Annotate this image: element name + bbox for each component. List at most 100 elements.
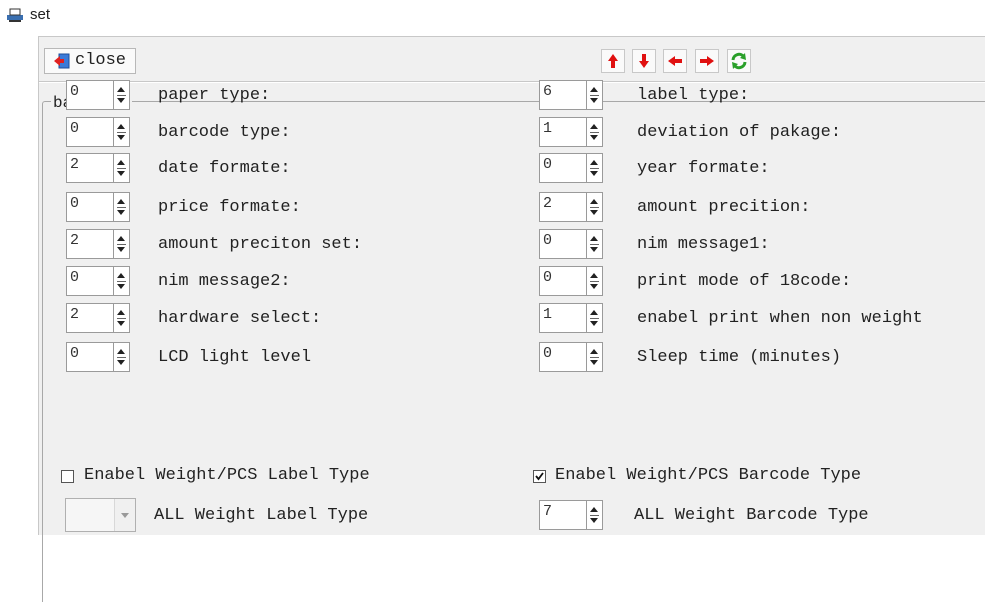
checkbox-weight-barcode-type[interactable]	[533, 470, 546, 483]
spinner-value[interactable]: 1	[539, 303, 586, 333]
spinner-value[interactable]: 0	[539, 266, 586, 296]
spin-up-button[interactable]	[590, 124, 598, 129]
spinner-value[interactable]: 0	[66, 80, 113, 110]
spinner-amount-preciton-set[interactable]: 2	[66, 229, 130, 259]
label-paper-type: paper type:	[158, 86, 271, 105]
label-weight-barcode-type: Enabel Weight/PCS Barcode Type	[555, 466, 862, 485]
spinner-value[interactable]: 2	[66, 229, 113, 259]
spinner-nim-message1[interactable]: 0	[539, 229, 603, 259]
spin-down-button[interactable]	[117, 210, 125, 215]
spinner-value[interactable]: 0	[66, 342, 113, 372]
spinner-amount-precition[interactable]: 2	[539, 192, 603, 222]
spin-up-button[interactable]	[590, 236, 598, 241]
spin-down-button[interactable]	[590, 98, 598, 103]
refresh-button[interactable]	[727, 49, 751, 73]
spin-up-button[interactable]	[590, 349, 598, 354]
label-hardware-select: hardware select:	[158, 309, 322, 328]
spinner-enabel-print-non-weight[interactable]: 1	[539, 303, 603, 333]
spin-down-button[interactable]	[590, 321, 598, 326]
spinner-deviation-of-pakage[interactable]: 1	[539, 117, 603, 147]
spinner-value[interactable]: 0	[66, 192, 113, 222]
spinner-price-formate[interactable]: 0	[66, 192, 130, 222]
move-up-button[interactable]	[601, 49, 625, 73]
spin-down-button[interactable]	[117, 171, 125, 176]
spin-up-button[interactable]	[117, 236, 125, 241]
spinner-print-mode-18code[interactable]: 0	[539, 266, 603, 296]
spinner-nim-message2[interactable]: 0	[66, 266, 130, 296]
close-button[interactable]: close	[44, 48, 136, 74]
spin-down-button[interactable]	[117, 321, 125, 326]
label-amount-precition: amount precition:	[637, 198, 811, 217]
spinner-sleep-time[interactable]: 0	[539, 342, 603, 372]
spin-up-button[interactable]	[590, 310, 598, 315]
spin-up-button[interactable]	[590, 160, 598, 165]
spinner-value[interactable]: 0	[539, 229, 586, 259]
label-barcode-type: barcode type:	[158, 123, 291, 142]
spin-down-button[interactable]	[590, 171, 598, 176]
label-lcd-light-level: LCD light level	[158, 348, 312, 367]
spin-down-button[interactable]	[117, 135, 125, 140]
spin-down-button[interactable]	[590, 284, 598, 289]
label-sleep-time: Sleep time (minutes)	[637, 348, 842, 367]
spin-up-button[interactable]	[590, 199, 598, 204]
spinner-value[interactable]: 2	[539, 192, 586, 222]
spin-down-button[interactable]	[117, 247, 125, 252]
spinner-value[interactable]: 2	[66, 303, 113, 333]
move-left-button[interactable]	[663, 49, 687, 73]
spinner-value[interactable]: 0	[66, 266, 113, 296]
spinner-label-type[interactable]: 6	[539, 80, 603, 110]
spinner-value[interactable]: 2	[66, 153, 113, 183]
spinner-value[interactable]: 6	[539, 80, 586, 110]
spinner-year-formate[interactable]: 0	[539, 153, 603, 183]
arrow-right-icon	[700, 56, 714, 66]
spin-up-button[interactable]	[590, 507, 598, 512]
refresh-icon	[731, 52, 747, 70]
close-label: close	[75, 51, 127, 70]
spin-up-button[interactable]	[117, 124, 125, 129]
spin-down-button[interactable]	[117, 98, 125, 103]
spin-down-button[interactable]	[117, 360, 125, 365]
toolbar-divider	[39, 81, 985, 83]
spinner-hardware-select[interactable]: 2	[66, 303, 130, 333]
spin-down-button[interactable]	[590, 210, 598, 215]
spin-up-button[interactable]	[590, 87, 598, 92]
spinner-barcode-type[interactable]: 0	[66, 117, 130, 147]
settings-panel: close base set 0 paper type: 0 barcode	[38, 36, 985, 602]
checkbox-weight-label-type[interactable]	[61, 470, 74, 483]
spin-down-button[interactable]	[590, 247, 598, 252]
spin-up-button[interactable]	[117, 310, 125, 315]
spin-up-button[interactable]	[117, 199, 125, 204]
move-down-button[interactable]	[632, 49, 656, 73]
spinner-paper-type[interactable]: 0	[66, 80, 130, 110]
spin-up-button[interactable]	[590, 273, 598, 278]
combo-value[interactable]	[66, 499, 115, 531]
spin-up-button[interactable]	[117, 273, 125, 278]
spin-up-button[interactable]	[117, 349, 125, 354]
spinner-all-weight-barcode[interactable]: 7	[539, 500, 603, 530]
spin-down-button[interactable]	[590, 135, 598, 140]
label-weight-label-type: Enabel Weight/PCS Label Type	[84, 466, 370, 485]
spinner-value[interactable]: 0	[66, 117, 113, 147]
label-enabel-print-non-weight: enabel print when non weight	[637, 309, 923, 328]
label-date-formate: date formate:	[158, 159, 291, 178]
printer-icon	[7, 8, 23, 22]
label-all-weight-barcode-type: ALL Weight Barcode Type	[634, 506, 869, 525]
spin-down-button[interactable]	[117, 284, 125, 289]
combo-dropdown-button[interactable]	[115, 499, 135, 531]
exit-door-icon	[54, 53, 70, 69]
arrow-left-icon	[668, 56, 682, 66]
spin-up-button[interactable]	[117, 87, 125, 92]
move-right-button[interactable]	[695, 49, 719, 73]
spinner-date-formate[interactable]: 2	[66, 153, 130, 183]
all-weight-label-combo[interactable]	[65, 498, 136, 532]
spinner-value[interactable]: 7	[539, 500, 586, 530]
label-year-formate: year formate:	[637, 159, 770, 178]
spinner-lcd-light-level[interactable]: 0	[66, 342, 130, 372]
label-label-type: label type:	[637, 86, 750, 105]
spin-down-button[interactable]	[590, 518, 598, 523]
spin-down-button[interactable]	[590, 360, 598, 365]
spinner-value[interactable]: 0	[539, 153, 586, 183]
spinner-value[interactable]: 0	[539, 342, 586, 372]
spin-up-button[interactable]	[117, 160, 125, 165]
spinner-value[interactable]: 1	[539, 117, 586, 147]
